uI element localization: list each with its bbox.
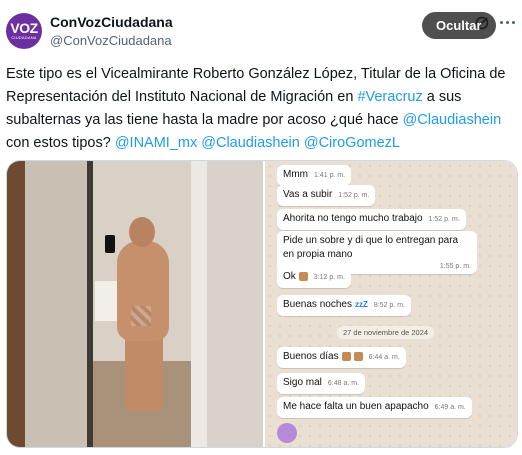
hashtag-link[interactable]: #Veracruz <box>357 89 422 105</box>
avatar-logo-text: VOZ <box>10 20 38 36</box>
message-time: 1:41 p. m. <box>314 172 346 179</box>
person-head <box>129 217 155 247</box>
chat-message: Ok 3:12 p. m. <box>277 267 351 288</box>
chat-message: Me hace falta un buen apapacho 6:49 a. m. <box>277 397 472 418</box>
censor-blur <box>131 306 151 326</box>
chat-message: Vas a subir 1:52 p. m. <box>277 185 376 206</box>
wall <box>207 161 263 447</box>
tweet-media[interactable]: Mmm 1:41 p. m. Vas a subir 1:52 p. m. Ahor… <box>6 160 518 448</box>
mention-link[interactable]: @INAMI_mx <box>115 135 197 151</box>
clap-icon <box>353 351 363 361</box>
message-text: Ok <box>283 271 296 282</box>
avatar[interactable]: VOZ CIUDADANA <box>6 13 42 49</box>
chat-message: Sigo mal 6:48 a. m. <box>277 373 366 394</box>
user-handle[interactable]: @ConVozCiudadana <box>50 33 172 48</box>
phone <box>105 235 115 253</box>
message-text: Sigo mal <box>283 377 322 388</box>
message-time: 1:52 p. m. <box>428 216 460 223</box>
message-time: 1:52 p. m. <box>338 192 370 199</box>
display-name[interactable]: ConVozCiudadana <box>50 14 173 30</box>
thumbs-up-icon <box>298 271 308 281</box>
sleep-icon: zzZ <box>354 300 368 309</box>
hide-media-button[interactable]: Ocultar <box>422 12 496 39</box>
message-time: 3:12 p. m. <box>313 274 345 281</box>
chat-message: Mmm 1:41 p. m. <box>277 165 352 186</box>
message-text: Buenos días <box>283 351 339 362</box>
tweet-text: Este tipo es el Vicealmirante Roberto Go… <box>6 63 518 155</box>
avatar-logo-subtext: CIUDADANA <box>11 35 37 40</box>
door-frame <box>7 161 25 447</box>
chat-message: Buenas noches zzZ 8:52 p. m. <box>277 295 411 316</box>
mention-link[interactable]: @Claudiashein <box>201 135 300 151</box>
mention-link[interactable]: @CiroGomezL <box>304 135 400 151</box>
message-text: Mmm <box>283 169 308 180</box>
message-time: 6:49 a. m. <box>434 404 466 411</box>
mirror-selfie-photo[interactable] <box>7 161 263 447</box>
message-time: 8:52 p. m. <box>373 302 405 309</box>
message-text: Me hace falta un buen apapacho <box>283 401 429 412</box>
message-time: 6:48 a. m. <box>327 380 360 387</box>
tweet-text-part: con estos tipos? <box>6 135 115 151</box>
person-body <box>117 241 169 341</box>
message-text: Vas a subir <box>283 189 333 200</box>
message-text: Pide un sobre y di que lo entregan para … <box>283 235 459 260</box>
person-legs <box>125 331 163 411</box>
chat-screenshot-photo[interactable]: Mmm 1:41 p. m. Vas a subir 1:52 p. m. Ahor… <box>265 161 517 447</box>
chat-message: Ahorita no tengo mucho trabajo 1:52 p. m. <box>277 209 466 230</box>
mention-link[interactable]: @Claudiashein <box>403 112 502 128</box>
message-time: 6:44 a. m. <box>368 354 400 361</box>
chat-message: Buenos días 6:44 a. m. <box>277 347 406 368</box>
more-icon[interactable] <box>497 14 517 30</box>
message-text: Buenas noches <box>283 299 352 310</box>
date-separator: 27 de noviembre de 2024 <box>337 326 435 339</box>
thumbs-up-icon <box>341 351 351 361</box>
person-emoji-icon <box>277 423 297 443</box>
message-text: Ahorita no tengo mucho trabajo <box>283 213 423 224</box>
